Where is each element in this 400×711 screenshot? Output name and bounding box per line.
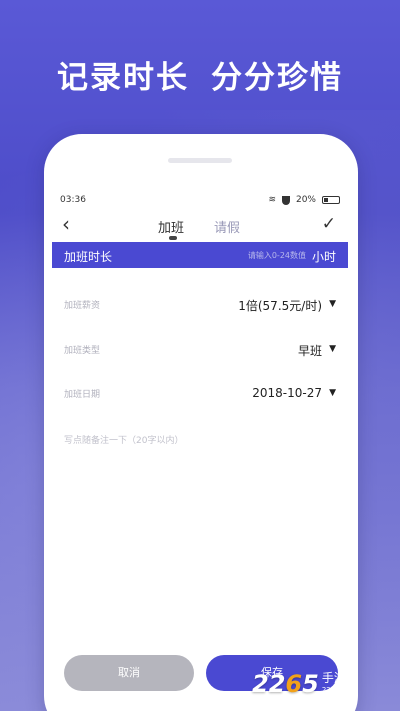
pay-rate-label: 加班薪资: [64, 301, 101, 311]
overtime-hours-input-row[interactable]: 加班时长 请输入0-24数值 小时: [52, 242, 348, 268]
overtime-date-value: 2018-10-27: [252, 386, 322, 400]
headline-right: 分分珍惜: [211, 60, 343, 96]
pay-rate-dropdown-icon[interactable]: ▼: [329, 299, 336, 309]
watermark-text: 手游网 2265.com: [321, 671, 358, 694]
phone-speaker: [168, 158, 232, 163]
overtime-type-dropdown-icon[interactable]: ▼: [329, 344, 336, 354]
overtime-date-dropdown-icon[interactable]: ▼: [329, 388, 336, 398]
overtime-date-row[interactable]: 加班日期 2018-10-27 ▼: [52, 378, 348, 408]
note-input[interactable]: 写点随备注一下（20字以内）: [64, 433, 183, 446]
back-icon[interactable]: ‹: [62, 214, 70, 234]
headline-left: 记录时长: [57, 60, 189, 96]
hours-label: 加班时长: [64, 250, 113, 264]
tab-overtime[interactable]: 加班: [158, 217, 184, 236]
hours-unit: 小时: [311, 250, 336, 264]
status-bar: 03:36 ≋ 20%: [52, 190, 348, 210]
watermark-number: 2265: [252, 670, 319, 698]
pay-rate-row[interactable]: 加班薪资 1倍(57.5元/时) ▼: [52, 289, 348, 319]
overtime-type-row[interactable]: 加班类型 早班 ▼: [52, 334, 348, 364]
watermark-logo: 2265 手游网 2265.com: [252, 660, 400, 708]
overtime-date-label: 加班日期: [64, 390, 101, 400]
confirm-check-icon[interactable]: ✓: [322, 214, 336, 234]
tab-leave[interactable]: 请假: [214, 217, 240, 236]
hours-input-hint[interactable]: 请输入0-24数值: [248, 250, 306, 261]
wifi-icon: ≋: [268, 195, 276, 205]
battery-percent: 20%: [295, 195, 316, 205]
overtime-type-label: 加班类型: [64, 346, 101, 356]
shield-icon: [281, 195, 290, 205]
tab-indicator: [169, 236, 177, 240]
battery-icon: [322, 196, 340, 204]
app-screen: 03:36 ≋ 20% ‹ 加班 请假 ✓ 加班时长 请输入0-24数值 小时 …: [52, 190, 348, 711]
overtime-type-value: 早班: [297, 344, 322, 358]
nav-bar: ‹ 加班 请假 ✓: [52, 212, 348, 240]
pay-rate-value: 1倍(57.5元/时): [238, 299, 322, 313]
promo-headline: 记录时长 分分珍惜: [0, 52, 400, 97]
cancel-button[interactable]: 取消: [64, 655, 194, 691]
status-time: 03:36: [60, 195, 86, 205]
